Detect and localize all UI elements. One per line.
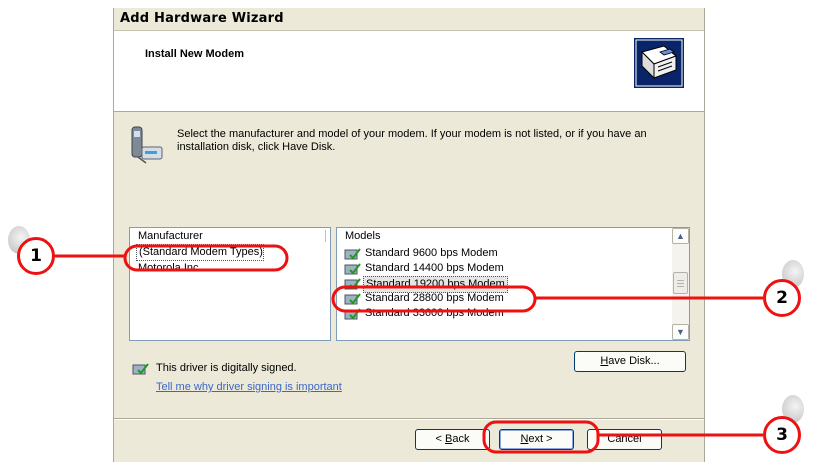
signed-driver-icon xyxy=(344,263,361,275)
scroll-down-button[interactable]: ▼ xyxy=(672,324,689,340)
button-divider xyxy=(114,418,704,420)
models-scrollbar[interactable]: ▲ ▼ xyxy=(672,228,689,340)
cancel-button[interactable]: Cancel xyxy=(587,429,662,450)
signed-driver-icon xyxy=(344,248,361,260)
manufacturer-listbox[interactable]: Manufacturer (Standard Modem Types) Moto… xyxy=(129,227,331,341)
model-item-14400[interactable]: Standard 14400 bps Modem xyxy=(337,261,689,276)
model-item-33600[interactable]: Standard 33600 bps Modem xyxy=(337,306,689,321)
model-item-9600[interactable]: Standard 9600 bps Modem xyxy=(337,246,689,261)
back-button[interactable]: < Back xyxy=(415,429,490,450)
have-disk-button[interactable]: Have Disk... xyxy=(574,351,686,372)
hardware-card-icon xyxy=(634,38,684,88)
driver-signing-link[interactable]: Tell me why driver signing is important xyxy=(156,381,342,393)
have-disk-label: ave Disk... xyxy=(608,355,660,367)
manufacturer-item-standard[interactable]: (Standard Modem Types) xyxy=(136,244,264,261)
manufacturer-item-motorola[interactable]: Motorola Inc xyxy=(130,261,330,276)
model-label: Standard 28800 bps Modem xyxy=(365,292,504,304)
signed-driver-icon xyxy=(344,308,361,320)
model-item-28800[interactable]: Standard 28800 bps Modem xyxy=(337,291,689,306)
callout-2: 2 xyxy=(763,279,801,317)
manufacturer-header-label: Manufacturer xyxy=(138,230,203,242)
model-label: Standard 9600 bps Modem xyxy=(365,247,498,259)
next-button[interactable]: Next > xyxy=(499,429,574,450)
modem-phone-icon xyxy=(131,126,163,164)
models-header-label: Models xyxy=(345,230,381,242)
page-title: Install New Modem xyxy=(145,48,245,60)
title-bar: Add Hardware Wizard xyxy=(114,8,704,31)
next-label: ext > xyxy=(528,433,553,445)
scroll-up-button[interactable]: ▲ xyxy=(672,228,689,244)
manufacturer-column-header[interactable]: Manufacturer xyxy=(130,228,330,244)
callout-3: 3 xyxy=(763,416,801,454)
callout-1: 1 xyxy=(17,237,55,275)
model-label: Standard 14400 bps Modem xyxy=(365,262,504,274)
signed-driver-icon xyxy=(344,278,361,290)
column-separator xyxy=(325,230,326,242)
back-prefix: < xyxy=(435,433,445,445)
models-listbox[interactable]: Models Standard 9600 bps Modem Standard … xyxy=(336,227,690,341)
model-label: Standard 33600 bps Modem xyxy=(365,307,504,319)
model-item-19200[interactable]: Standard 19200 bps Modem xyxy=(337,276,689,293)
intro-text: Select the manufacturer and model of you… xyxy=(177,128,647,153)
scroll-thumb[interactable] xyxy=(673,272,688,294)
back-label: ack xyxy=(452,433,470,445)
window-title: Add Hardware Wizard xyxy=(120,11,284,26)
models-column-header[interactable]: Models xyxy=(337,228,689,244)
signed-driver-icon xyxy=(132,363,149,375)
wizard-window: Add Hardware Wizard Install New Modem Se… xyxy=(113,8,705,462)
wizard-header: Install New Modem xyxy=(114,31,704,112)
signed-driver-icon xyxy=(344,293,361,305)
driver-signed-text: This driver is digitally signed. xyxy=(156,362,297,374)
